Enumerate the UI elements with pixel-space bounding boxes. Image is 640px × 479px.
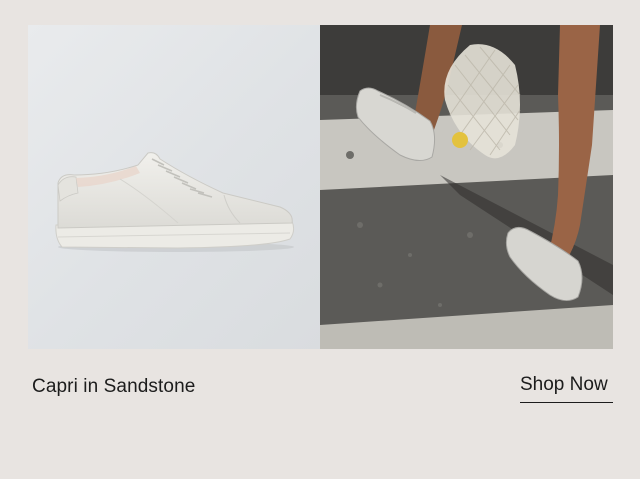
sneaker-illustration xyxy=(55,152,295,252)
product-image[interactable] xyxy=(28,25,320,349)
lifestyle-image[interactable] xyxy=(320,25,613,349)
street-scene-illustration xyxy=(320,25,613,349)
product-name: Capri in Sandstone xyxy=(32,376,196,397)
shop-now-link[interactable]: Shop Now xyxy=(520,374,613,403)
